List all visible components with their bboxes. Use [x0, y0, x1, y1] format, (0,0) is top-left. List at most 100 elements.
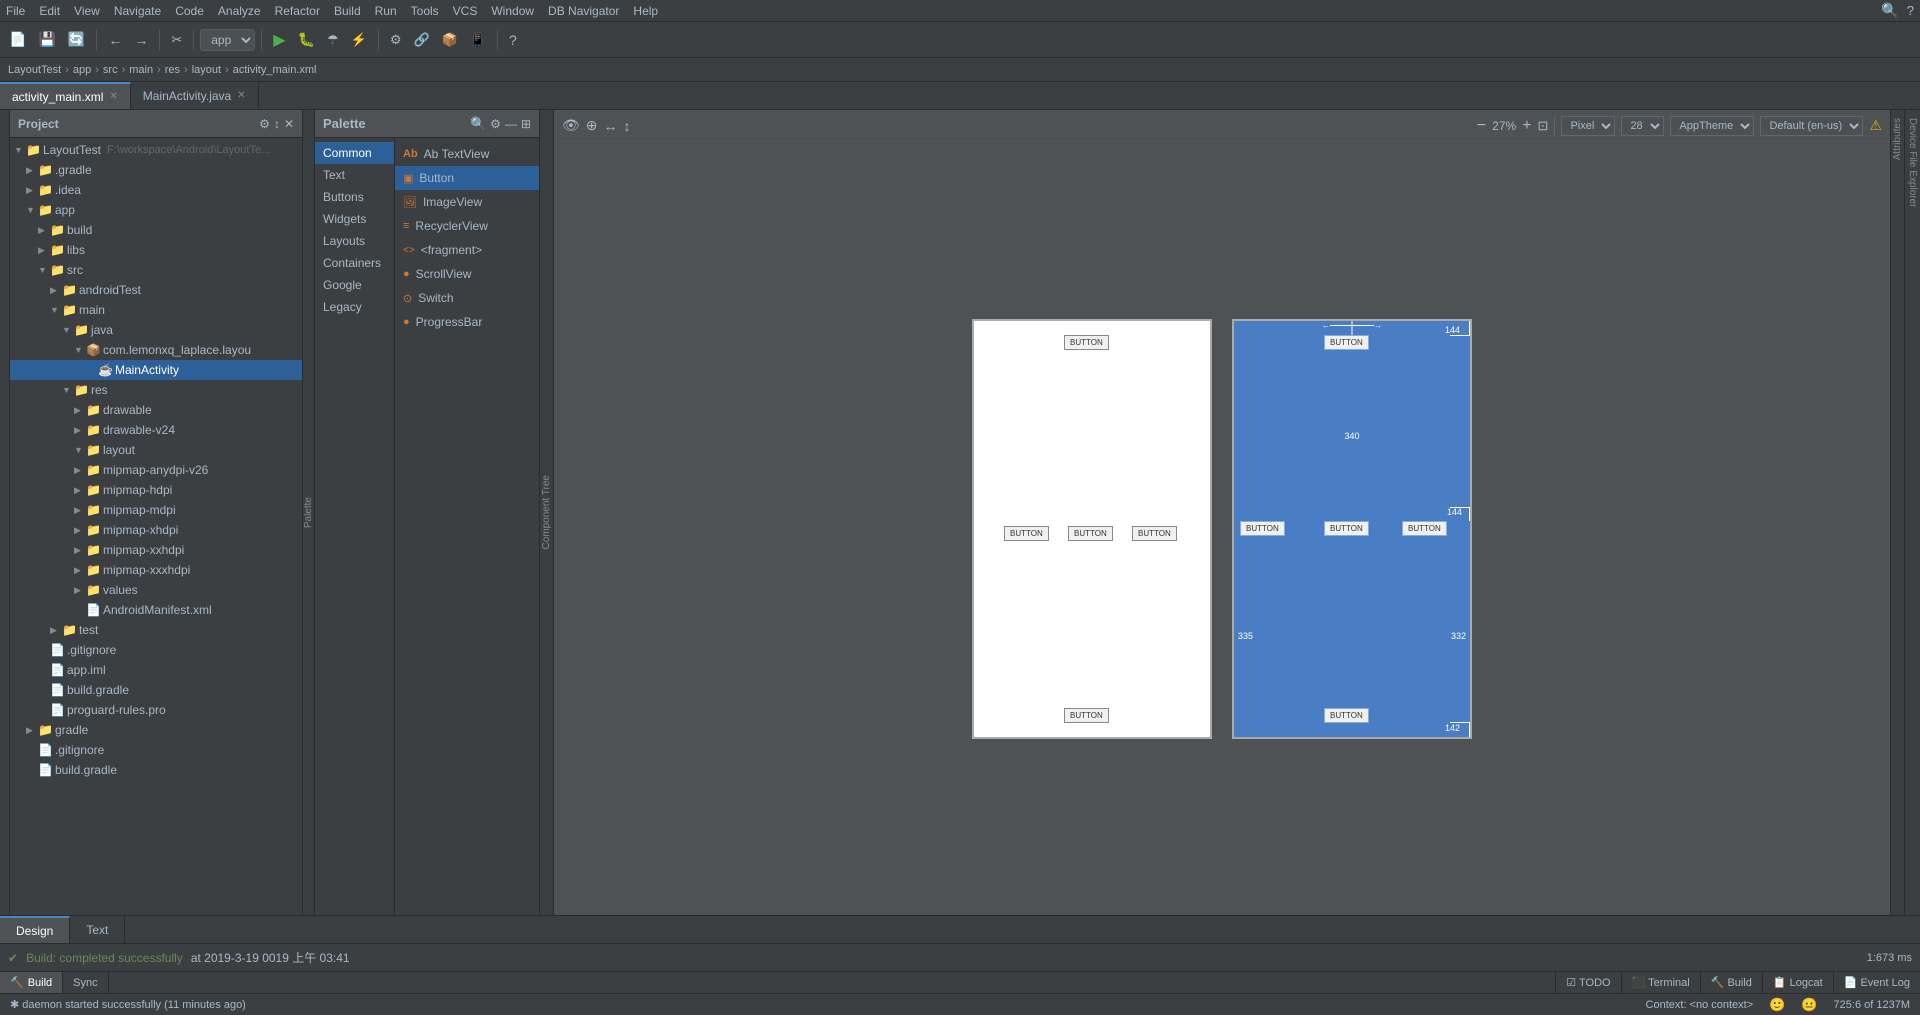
tab-text[interactable]: Text	[70, 916, 125, 943]
btn-white-mid-right[interactable]: BUTTON	[1132, 526, 1177, 541]
breadcrumb-app[interactable]: app	[73, 64, 91, 76]
menu-analyze[interactable]: Analyze	[218, 4, 261, 18]
tree-item-package[interactable]: ▼ 📦 com.lemonxq_laplace.layou	[10, 340, 302, 360]
palette-item-imageview[interactable]: 🖼 ImageView	[395, 190, 539, 214]
tree-item-gradle[interactable]: ▶ 📁 .gradle	[10, 160, 302, 180]
tree-item-idea[interactable]: ▶ 📁 .idea	[10, 180, 302, 200]
tree-item-build[interactable]: ▶ 📁 build	[10, 220, 302, 240]
back-button[interactable]: ←	[103, 30, 127, 50]
tree-item-layout[interactable]: ▼ 📁 layout	[10, 440, 302, 460]
tree-item-mainactivity[interactable]: ☕ MainActivity	[10, 360, 302, 380]
tree-item-values[interactable]: ▶ 📁 values	[10, 580, 302, 600]
palette-settings-btn[interactable]: ⚙	[490, 116, 501, 132]
menu-code[interactable]: Code	[175, 4, 204, 18]
menu-vcs[interactable]: VCS	[453, 4, 478, 18]
attach-debugger-button[interactable]: 🔗	[408, 30, 434, 50]
canvas-magnet-btn[interactable]: ⊕	[586, 117, 598, 134]
breadcrumb-res[interactable]: res	[165, 64, 180, 76]
menu-tools[interactable]: Tools	[411, 4, 439, 18]
tab-main-activity-close[interactable]: ✕	[237, 90, 245, 101]
tree-item-mipmap-xxxhdpi[interactable]: ▶ 📁 mipmap-xxxhdpi	[10, 560, 302, 580]
bottom-tab-terminal[interactable]: ⬛ Terminal	[1621, 972, 1700, 993]
btn-white-bottom[interactable]: BUTTON	[1064, 708, 1109, 723]
tree-item-root-gitignore[interactable]: 📄 .gitignore	[10, 740, 302, 760]
menu-help[interactable]: Help	[633, 4, 658, 18]
breadcrumb-layout[interactable]: layout	[192, 64, 221, 76]
tree-item-build-gradle[interactable]: 📄 build.gradle	[10, 680, 302, 700]
tree-item-root-build-gradle[interactable]: 📄 build.gradle	[10, 760, 302, 780]
canvas-swap-btn[interactable]: ↔	[604, 118, 618, 134]
debug-button[interactable]: 🐛	[293, 29, 320, 50]
tree-item-mipmap-mdpi[interactable]: ▶ 📁 mipmap-mdpi	[10, 500, 302, 520]
palette-item-progressbar[interactable]: ● ProgressBar	[395, 310, 539, 334]
menu-db-navigator[interactable]: DB Navigator	[548, 4, 619, 18]
btn-blue-mid-left[interactable]: BUTTON	[1240, 521, 1285, 536]
palette-item-switch[interactable]: ⊙ Switch	[395, 286, 539, 310]
tree-item-mipmap-xxhdpi[interactable]: ▶ 📁 mipmap-xxhdpi	[10, 540, 302, 560]
palette-item-fragment[interactable]: <> <fragment>	[395, 238, 539, 262]
bottom-tab-build2[interactable]: 🔨 Build	[1700, 972, 1762, 993]
zoom-reset-btn[interactable]: ⊡	[1538, 118, 1549, 134]
menu-refactor[interactable]: Refactor	[275, 4, 320, 18]
tree-item-androidtest[interactable]: ▶ 📁 androidTest	[10, 280, 302, 300]
btn-white-top[interactable]: BUTTON	[1064, 335, 1109, 350]
bottom-tab-event-log[interactable]: 📄 Event Log	[1833, 972, 1920, 993]
tree-item-layouttest[interactable]: ▼ 📁 LayoutTest F:\workspace\Android\Layo…	[10, 140, 302, 160]
palette-cat-text[interactable]: Text	[315, 164, 394, 186]
tree-item-libs[interactable]: ▶ 📁 libs	[10, 240, 302, 260]
palette-cat-buttons[interactable]: Buttons	[315, 186, 394, 208]
btn-blue-mid-right[interactable]: BUTTON	[1402, 521, 1447, 536]
palette-list-view-btn[interactable]: —	[505, 116, 517, 132]
palette-cat-common[interactable]: Common	[315, 142, 394, 164]
tree-item-gradle-root[interactable]: ▶ 📁 gradle	[10, 720, 302, 740]
palette-item-scrollview[interactable]: ● ScrollView	[395, 262, 539, 286]
search-everywhere-icon[interactable]: 🔍	[1881, 2, 1898, 19]
help-toolbar-button[interactable]: ?	[504, 30, 522, 50]
breadcrumb-main[interactable]: main	[129, 64, 153, 76]
tree-item-main[interactable]: ▼ 📁 main	[10, 300, 302, 320]
menu-navigate[interactable]: Navigate	[114, 4, 161, 18]
menu-edit[interactable]: Edit	[39, 4, 60, 18]
tree-item-java[interactable]: ▼ 📁 java	[10, 320, 302, 340]
palette-cat-containers[interactable]: Containers	[315, 252, 394, 274]
locale-dropdown[interactable]: Default (en-us)	[1760, 116, 1863, 136]
palette-cat-widgets[interactable]: Widgets	[315, 208, 394, 230]
tab-activity-main-close[interactable]: ✕	[109, 91, 117, 102]
project-expand-btn[interactable]: ↕	[274, 117, 280, 131]
menu-view[interactable]: View	[74, 4, 100, 18]
tree-item-androidmanifest[interactable]: 📄 AndroidManifest.xml	[10, 600, 302, 620]
coverage-button[interactable]: ☂	[322, 30, 344, 50]
menu-run[interactable]: Run	[375, 4, 397, 18]
palette-search-btn[interactable]: 🔍	[470, 116, 486, 132]
help-icon[interactable]: ?	[1907, 3, 1914, 18]
palette-view-toggle-btn[interactable]: ⊞	[521, 116, 531, 132]
palette-item-recyclerview[interactable]: ≡ RecyclerView	[395, 214, 539, 238]
tree-item-app-iml[interactable]: 📄 app.iml	[10, 660, 302, 680]
new-file-button[interactable]: 📄	[4, 29, 31, 50]
tree-item-app[interactable]: ▼ 📁 app	[10, 200, 302, 220]
theme-dropdown[interactable]: AppTheme	[1670, 116, 1754, 136]
palette-cat-layouts[interactable]: Layouts	[315, 230, 394, 252]
tab-design[interactable]: Design	[0, 916, 70, 943]
zoom-out-btn[interactable]: −	[1477, 117, 1486, 135]
tree-item-drawable-v24[interactable]: ▶ 📁 drawable-v24	[10, 420, 302, 440]
density-dropdown[interactable]: Pixel	[1561, 116, 1615, 136]
tree-item-gitignore[interactable]: 📄 .gitignore	[10, 640, 302, 660]
api-dropdown[interactable]: 28	[1621, 116, 1664, 136]
tree-item-drawable[interactable]: ▶ 📁 drawable	[10, 400, 302, 420]
bottom-tab-build[interactable]: 🔨 Build	[0, 972, 63, 993]
bottom-tab-sync[interactable]: Sync	[63, 972, 108, 993]
btn-blue-bottom[interactable]: BUTTON	[1324, 708, 1369, 723]
project-close-btn[interactable]: ✕	[284, 117, 294, 131]
profile-button[interactable]: ⚡	[346, 30, 372, 50]
save-button[interactable]: 💾	[33, 29, 60, 50]
tree-item-src[interactable]: ▼ 📁 src	[10, 260, 302, 280]
tree-item-mipmap-anydpi[interactable]: ▶ 📁 mipmap-anydpi-v26	[10, 460, 302, 480]
project-settings-btn[interactable]: ⚙	[259, 117, 270, 131]
breadcrumb-src[interactable]: src	[103, 64, 118, 76]
menu-build[interactable]: Build	[334, 4, 361, 18]
canvas-eye-btn[interactable]: 👁	[562, 117, 580, 134]
device-file-explorer-strip[interactable]: Device File Explorer	[1904, 110, 1920, 915]
breadcrumb-layout-test[interactable]: LayoutTest	[8, 64, 61, 76]
tree-item-mipmap-hdpi[interactable]: ▶ 📁 mipmap-hdpi	[10, 480, 302, 500]
